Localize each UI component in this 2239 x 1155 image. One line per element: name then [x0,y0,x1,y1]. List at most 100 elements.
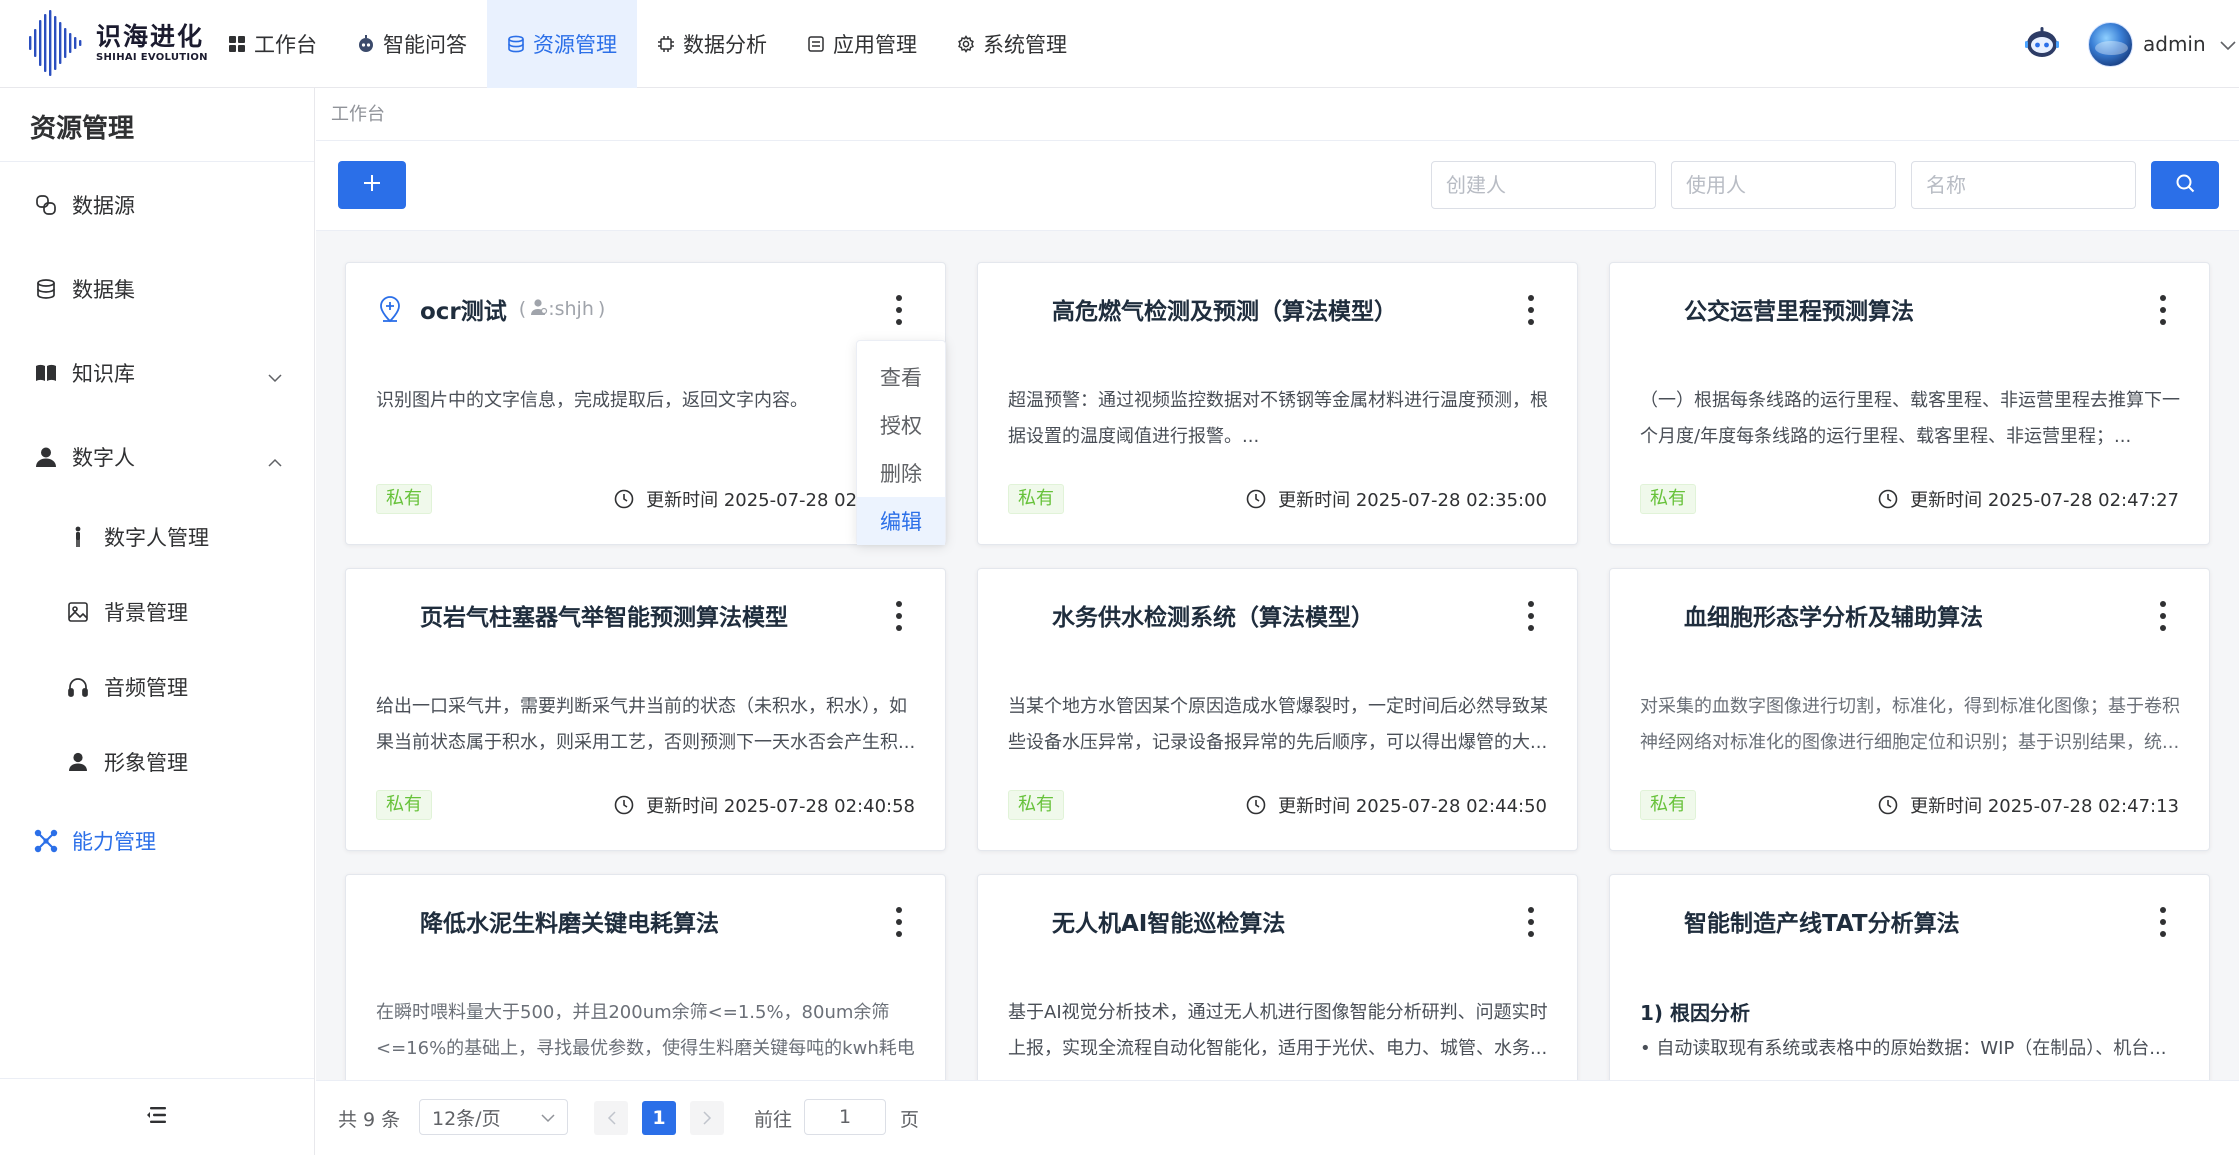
card-title: 降低水泥生料磨关键电耗算法 [420,911,719,937]
chevron-left-icon [607,1106,616,1130]
prev-page-button[interactable] [594,1101,628,1135]
sidebar-item-label: 数据集 [72,278,135,302]
chevron-up-icon [268,448,282,472]
nav-qa[interactable]: 智能问答 [337,0,487,88]
nav-resource[interactable]: 资源管理 [487,0,637,88]
more-menu-button[interactable] [1519,907,1543,937]
capability-card[interactable]: 公交运营里程预测算法 （一）根据每条线路的运行里程、载客里程、非运营里程去推算下… [1609,262,2210,545]
goto-page-input[interactable] [804,1099,886,1135]
sidebar-item-digital-human-manage[interactable]: 数字人管理 [0,509,314,565]
headphones-icon [66,675,90,699]
card-title: 公交运营里程预测算法 [1684,299,1914,325]
assistant-robot-icon[interactable] [2024,25,2060,61]
more-menu-button[interactable] [1519,295,1543,325]
card-title: 页岩气柱塞器气举智能预测算法模型 [420,605,788,631]
card-description-line: • 自动读取现有系统或表格中的原始数据：WIP（在制品）、机台... [1640,1038,2167,1059]
sidebar-item-datasource[interactable]: 数据源 [0,177,314,233]
page-number[interactable]: 1 [642,1101,676,1135]
user-menu[interactable]: admin [2088,20,2236,68]
capability-card[interactable]: 降低水泥生料磨关键电耗算法 在瞬时喂料量大于500，并且200um余筛<=1.5… [345,874,946,1080]
menu-item-view[interactable]: 查看 [857,353,945,401]
more-menu-button[interactable] [887,601,911,631]
card-time-text: 更新时间 2025-07-28 02:40:58 [646,796,915,817]
image-icon [66,600,90,624]
creator-input[interactable] [1431,161,1656,209]
sidebar-item-label: 能力管理 [72,830,156,854]
breadcrumb[interactable]: 工作台 [331,100,385,126]
clock-icon [1246,489,1266,509]
logo-wave-icon [29,10,82,76]
menu-item-delete[interactable]: 删除 [857,449,945,497]
card-time-text: 更新时间 2025-07-28 02:47:27 [1910,490,2179,511]
capability-card[interactable]: 智能制造产线TAT分析算法 1) 根因分析 • 自动读取现有系统或表格中的原始数… [1609,874,2210,1080]
nav-analysis[interactable]: 数据分析 [637,0,787,88]
sidebar-item-label: 数据源 [72,194,135,218]
name-input[interactable] [1911,161,2136,209]
capability-card[interactable]: 无人机AI智能巡检算法 基于AI视觉分析技术，通过无人机进行图像智能分析研判、问… [977,874,1578,1080]
capability-card[interactable]: 页岩气柱塞器气举智能预测算法模型 给出一口采气井，需要判断采气井当前的状态（未积… [345,568,946,851]
brand-logo[interactable]: 识海进化 SHIHAI EVOLUTION [28,10,208,76]
sidebar-item-avatar[interactable]: 形象管理 [0,734,314,790]
add-button[interactable] [338,161,406,209]
sidebar-item-label: 知识库 [72,362,135,386]
card-description: 在瞬时喂料量大于500，并且200um余筛<=1.5%，80um余筛<=16%的… [376,1002,915,1059]
more-menu-button[interactable] [2151,295,2175,325]
clock-icon [1878,795,1898,815]
page-size-select[interactable]: 12条/页 [419,1099,568,1135]
card-title: ocr测试 [420,299,507,325]
user-input[interactable] [1671,161,1896,209]
card-update-time: 更新时间 2025-07-28 02:40:58 [614,790,915,820]
clock-icon [1878,489,1898,509]
sidebar-item-label: 形象管理 [104,751,188,775]
card-context-menu: 查看 授权 删除 编辑 [856,340,946,545]
nav-app[interactable]: 应用管理 [787,0,937,88]
sidebar: 资源管理 数据源 数据集 知识库 数字人 数字人管理 背景管理 音频管理 形象管… [0,88,315,1155]
status-badge: 私有 [1008,484,1064,514]
sidebar-item-label: 数字人管理 [104,526,209,550]
sidebar-item-knowledge[interactable]: 知识库 [0,345,314,401]
capability-card[interactable]: 高危燃气检测及预测（算法模型） 超温预警：通过视频监控数据对不锈钢等金属材料进行… [977,262,1578,545]
card-update-time: 更新时间 2025-07-28 02:47:27 [1878,484,2179,514]
more-menu-button[interactable] [887,295,911,325]
nav-workbench[interactable]: 工作台 [208,0,337,88]
pagination: 共 9 条 12条/页 1 前往 页 [316,1080,2239,1155]
capability-card[interactable]: 血细胞形态学分析及辅助算法 对采集的血数字图像进行切割，标准化，得到标准化图像；… [1609,568,2210,851]
more-menu-button[interactable] [887,907,911,937]
user-name: admin [2143,32,2206,56]
brand-name: 识海进化 [96,22,205,51]
nav-label: 智能问答 [383,33,467,57]
sidebar-item-digital-human[interactable]: 数字人 [0,429,314,485]
sidebar-item-audio[interactable]: 音频管理 [0,659,314,715]
user-icon [66,750,90,774]
sidebar-item-dataset[interactable]: 数据集 [0,261,314,317]
card-title: 智能制造产线TAT分析算法 [1684,911,1960,937]
more-menu-button[interactable] [2151,601,2175,631]
sidebar-item-background[interactable]: 背景管理 [0,584,314,640]
next-page-button[interactable] [690,1101,724,1135]
plus-icon [363,173,381,197]
card-update-time: 更新时间 2025-07-28 02:47:13 [1878,790,2179,820]
menu-item-authorize[interactable]: 授权 [857,401,945,449]
more-menu-button[interactable] [1519,601,1543,631]
sidebar-collapse-button[interactable] [0,1078,314,1155]
nav-label: 工作台 [254,33,317,57]
sidebar-item-capability[interactable]: 能力管理 [0,813,314,869]
capability-card[interactable]: 水务供水检测系统（算法模型） 当某个地方水管因某个原因造成水管爆裂时，一定时间后… [977,568,1578,851]
top-header: 识海进化 SHIHAI EVOLUTION 工作台 智能问答 资源管理 数据分析… [0,0,2239,88]
total-count: 共 9 条 [338,1109,401,1131]
clock-icon [614,795,634,815]
menu-item-edit[interactable]: 编辑 [857,497,945,545]
network-icon [34,829,58,853]
chevron-down-icon [2220,32,2236,56]
nav-system[interactable]: 系统管理 [937,0,1087,88]
search-button[interactable] [2151,161,2219,209]
card-grid: ocr测试 ( : shjh ) 识别图片中的文字信息，完成提取后，返回文字内容… [316,231,2239,1080]
database-icon [34,277,58,301]
card-description: 当某个地方水管因某个原因造成水管爆裂时，一定时间后必然导致某些设备水压异常，记录… [1008,696,1548,753]
more-menu-button[interactable] [2151,907,2175,937]
database-icon [507,35,525,53]
card-time-text: 更新时间 2025-07-28 02:35:00 [1278,490,1547,511]
card-title: 高危燃气检测及预测（算法模型） [1052,299,1397,325]
clock-icon [614,489,634,509]
card-owner-name: shjh [554,298,594,320]
